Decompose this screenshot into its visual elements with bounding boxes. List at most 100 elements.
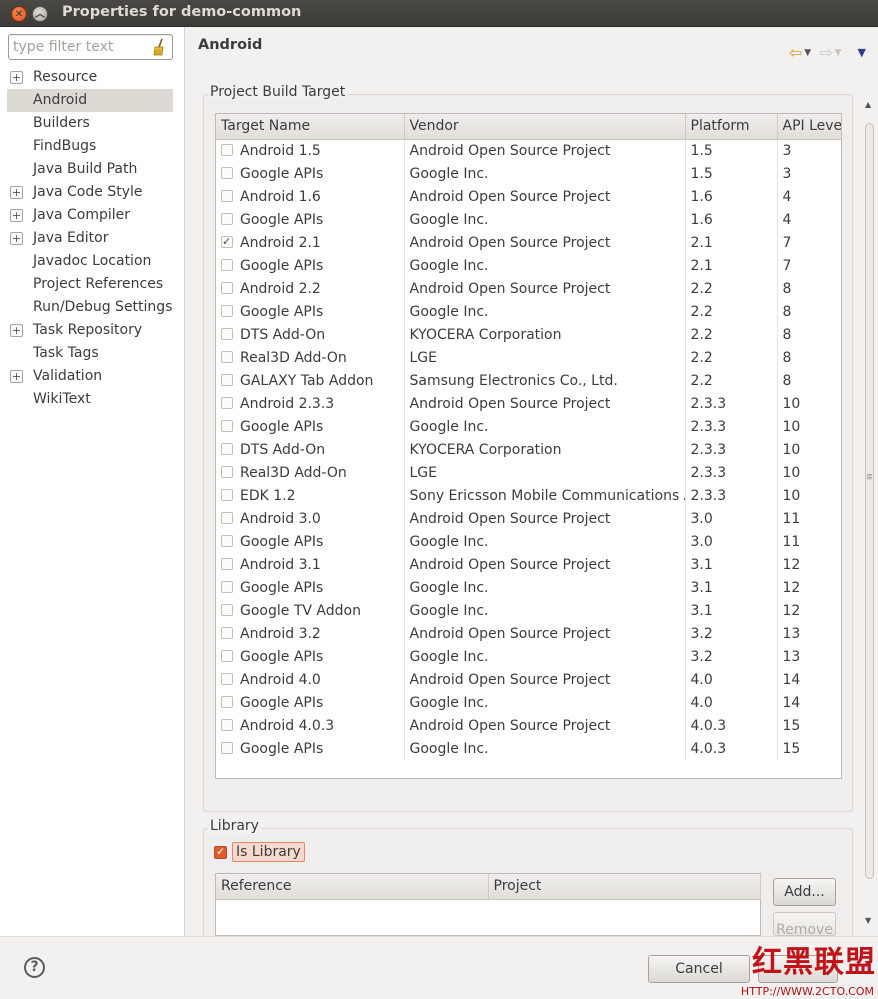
- build-target-row[interactable]: Android 4.0.3 Android Open Source Project…: [216, 714, 841, 737]
- target-name-cell[interactable]: Android 4.0.3: [216, 714, 405, 737]
- unchecked-checkbox-icon[interactable]: [221, 189, 233, 202]
- remove-library-button[interactable]: Remove: [773, 912, 836, 936]
- target-name-cell[interactable]: DTS Add-On: [216, 438, 405, 461]
- target-name-cell[interactable]: Android 1.6: [216, 185, 405, 208]
- library-reference-table[interactable]: Reference Project: [215, 873, 761, 936]
- unchecked-checkbox-icon[interactable]: [221, 442, 233, 455]
- column-header-target-name[interactable]: Target Name: [216, 114, 405, 140]
- maximize-window-icon[interactable]: ︿: [32, 6, 48, 22]
- target-name-cell[interactable]: Google APIs: [216, 300, 405, 323]
- sidebar-item-java-editor[interactable]: + Java Editor: [0, 227, 184, 250]
- view-menu-icon[interactable]: ▼: [858, 46, 866, 59]
- build-target-row[interactable]: Android 2.2 Android Open Source Project 2.…: [216, 277, 841, 300]
- target-name-cell[interactable]: Android 3.1: [216, 553, 405, 576]
- content-scrollbar[interactable]: ▲ ═ ═ ▼: [862, 100, 876, 932]
- unchecked-checkbox-icon[interactable]: [221, 695, 233, 708]
- sidebar-item-task-tags[interactable]: Task Tags: [0, 342, 184, 365]
- add-library-button[interactable]: Add...: [773, 878, 836, 906]
- build-target-row[interactable]: Android 1.5 Android Open Source Project 1.…: [216, 139, 841, 162]
- checked-checkbox-icon[interactable]: [221, 235, 233, 248]
- filter-field[interactable]: [8, 34, 173, 60]
- build-target-row[interactable]: Google APIs Google Inc. 2.3.3 10: [216, 415, 841, 438]
- build-target-row[interactable]: Google TV Addon Google Inc. 3.1 12: [216, 599, 841, 622]
- build-target-row[interactable]: Android 3.0 Android Open Source Project 3.…: [216, 507, 841, 530]
- build-target-table[interactable]: Target Name Vendor Platform API Leve And…: [215, 113, 842, 779]
- build-target-row[interactable]: Android 2.1 Android Open Source Project2.…: [216, 231, 841, 254]
- target-name-cell[interactable]: Android 3.0: [216, 507, 405, 530]
- target-name-cell[interactable]: Google APIs: [216, 530, 405, 553]
- back-arrow-icon[interactable]: ⇦: [789, 43, 802, 62]
- target-name-cell[interactable]: Android 3.2: [216, 622, 405, 645]
- expand-plus-icon[interactable]: +: [10, 370, 23, 383]
- target-name-cell[interactable]: Google APIs: [216, 415, 405, 438]
- unchecked-checkbox-icon[interactable]: [221, 350, 233, 363]
- target-name-cell[interactable]: Android 1.5: [216, 139, 405, 162]
- unchecked-checkbox-icon[interactable]: [221, 143, 233, 156]
- unchecked-checkbox-icon[interactable]: [221, 373, 233, 386]
- build-target-row[interactable]: Google APIs Google Inc. 4.0.3 15: [216, 737, 841, 760]
- sidebar-item-run-debug-settings[interactable]: Run/Debug Settings: [0, 296, 184, 319]
- expand-plus-icon[interactable]: +: [10, 324, 23, 337]
- sidebar-item-builders[interactable]: Builders: [0, 112, 184, 135]
- is-library-check-icon[interactable]: [214, 845, 227, 859]
- target-name-cell[interactable]: Google APIs: [216, 162, 405, 185]
- target-name-cell[interactable]: Google APIs: [216, 645, 405, 668]
- sidebar-item-java-code-style[interactable]: + Java Code Style: [0, 181, 184, 204]
- unchecked-checkbox-icon[interactable]: [221, 419, 233, 432]
- target-name-cell[interactable]: Google APIs: [216, 691, 405, 714]
- column-header-vendor[interactable]: Vendor: [404, 114, 686, 140]
- target-name-cell[interactable]: Real3D Add-On: [216, 461, 405, 484]
- target-name-cell[interactable]: Google APIs: [216, 254, 405, 277]
- expand-plus-icon[interactable]: +: [10, 232, 23, 245]
- unchecked-checkbox-icon[interactable]: [221, 327, 233, 340]
- unchecked-checkbox-icon[interactable]: [221, 166, 233, 179]
- target-name-cell[interactable]: Android 4.0: [216, 668, 405, 691]
- build-target-row[interactable]: Google APIs Google Inc. 1.6 4: [216, 208, 841, 231]
- target-name-cell[interactable]: Google TV Addon: [216, 599, 405, 622]
- unchecked-checkbox-icon[interactable]: [221, 557, 233, 570]
- target-name-cell[interactable]: Google APIs: [216, 208, 405, 231]
- build-target-row[interactable]: Google APIs Google Inc. 3.1 12: [216, 576, 841, 599]
- unchecked-checkbox-icon[interactable]: [221, 741, 233, 754]
- target-name-cell[interactable]: Android 2.1: [216, 231, 405, 254]
- build-target-row[interactable]: Google APIs Google Inc. 3.0 11: [216, 530, 841, 553]
- clear-filter-icon[interactable]: [151, 38, 167, 56]
- column-header-reference[interactable]: Reference: [216, 874, 489, 900]
- build-target-row[interactable]: Google APIs Google Inc. 2.2 8: [216, 300, 841, 323]
- scrollbar-thumb[interactable]: ═ ═: [865, 123, 874, 879]
- target-name-cell[interactable]: Google APIs: [216, 737, 405, 760]
- unchecked-checkbox-icon[interactable]: [221, 580, 233, 593]
- expand-plus-icon[interactable]: +: [10, 186, 23, 199]
- unchecked-checkbox-icon[interactable]: [221, 465, 233, 478]
- unchecked-checkbox-icon[interactable]: [221, 304, 233, 317]
- column-header-project[interactable]: Project: [488, 874, 761, 900]
- build-target-row[interactable]: Google APIs Google Inc. 2.1 7: [216, 254, 841, 277]
- build-target-row[interactable]: DTS Add-On KYOCERA Corporation 2.2 8: [216, 323, 841, 346]
- is-library-checkbox[interactable]: Is Library: [214, 841, 305, 863]
- forward-arrow-icon[interactable]: ⇨: [819, 43, 832, 62]
- build-target-row[interactable]: GALAXY Tab Addon Samsung Electronics Co.,…: [216, 369, 841, 392]
- sidebar-item-validation[interactable]: + Validation: [0, 365, 184, 388]
- unchecked-checkbox-icon[interactable]: [221, 626, 233, 639]
- unchecked-checkbox-icon[interactable]: [221, 258, 233, 271]
- sidebar-item-java-build-path[interactable]: Java Build Path: [0, 158, 184, 181]
- build-target-row[interactable]: EDK 1.2 Sony Ericsson Mobile Communicatio…: [216, 484, 841, 507]
- sidebar-item-project-references[interactable]: Project References: [0, 273, 184, 296]
- sidebar-item-findbugs[interactable]: FindBugs: [0, 135, 184, 158]
- build-target-row[interactable]: Real3D Add-On LGE 2.3.3 10: [216, 461, 841, 484]
- target-name-cell[interactable]: Google APIs: [216, 576, 405, 599]
- target-name-cell[interactable]: Real3D Add-On: [216, 346, 405, 369]
- forward-history-dropdown-icon[interactable]: ▼: [835, 48, 842, 58]
- column-header-api-level[interactable]: API Leve: [777, 114, 841, 140]
- build-target-row[interactable]: DTS Add-On KYOCERA Corporation 2.3.3 10: [216, 438, 841, 461]
- expand-plus-icon[interactable]: +: [10, 71, 23, 84]
- unchecked-checkbox-icon[interactable]: [221, 534, 233, 547]
- sidebar-item-task-repository[interactable]: + Task Repository: [0, 319, 184, 342]
- build-target-row[interactable]: Google APIs Google Inc. 1.5 3: [216, 162, 841, 185]
- build-target-row[interactable]: Android 3.2 Android Open Source Project 3.…: [216, 622, 841, 645]
- build-target-row[interactable]: Android 2.3.3 Android Open Source Project…: [216, 392, 841, 415]
- scroll-down-arrow-icon[interactable]: ▼: [865, 916, 871, 925]
- back-history-dropdown-icon[interactable]: ▼: [804, 48, 811, 58]
- scroll-up-arrow-icon[interactable]: ▲: [865, 100, 871, 109]
- build-target-row[interactable]: Google APIs Google Inc. 3.2 13: [216, 645, 841, 668]
